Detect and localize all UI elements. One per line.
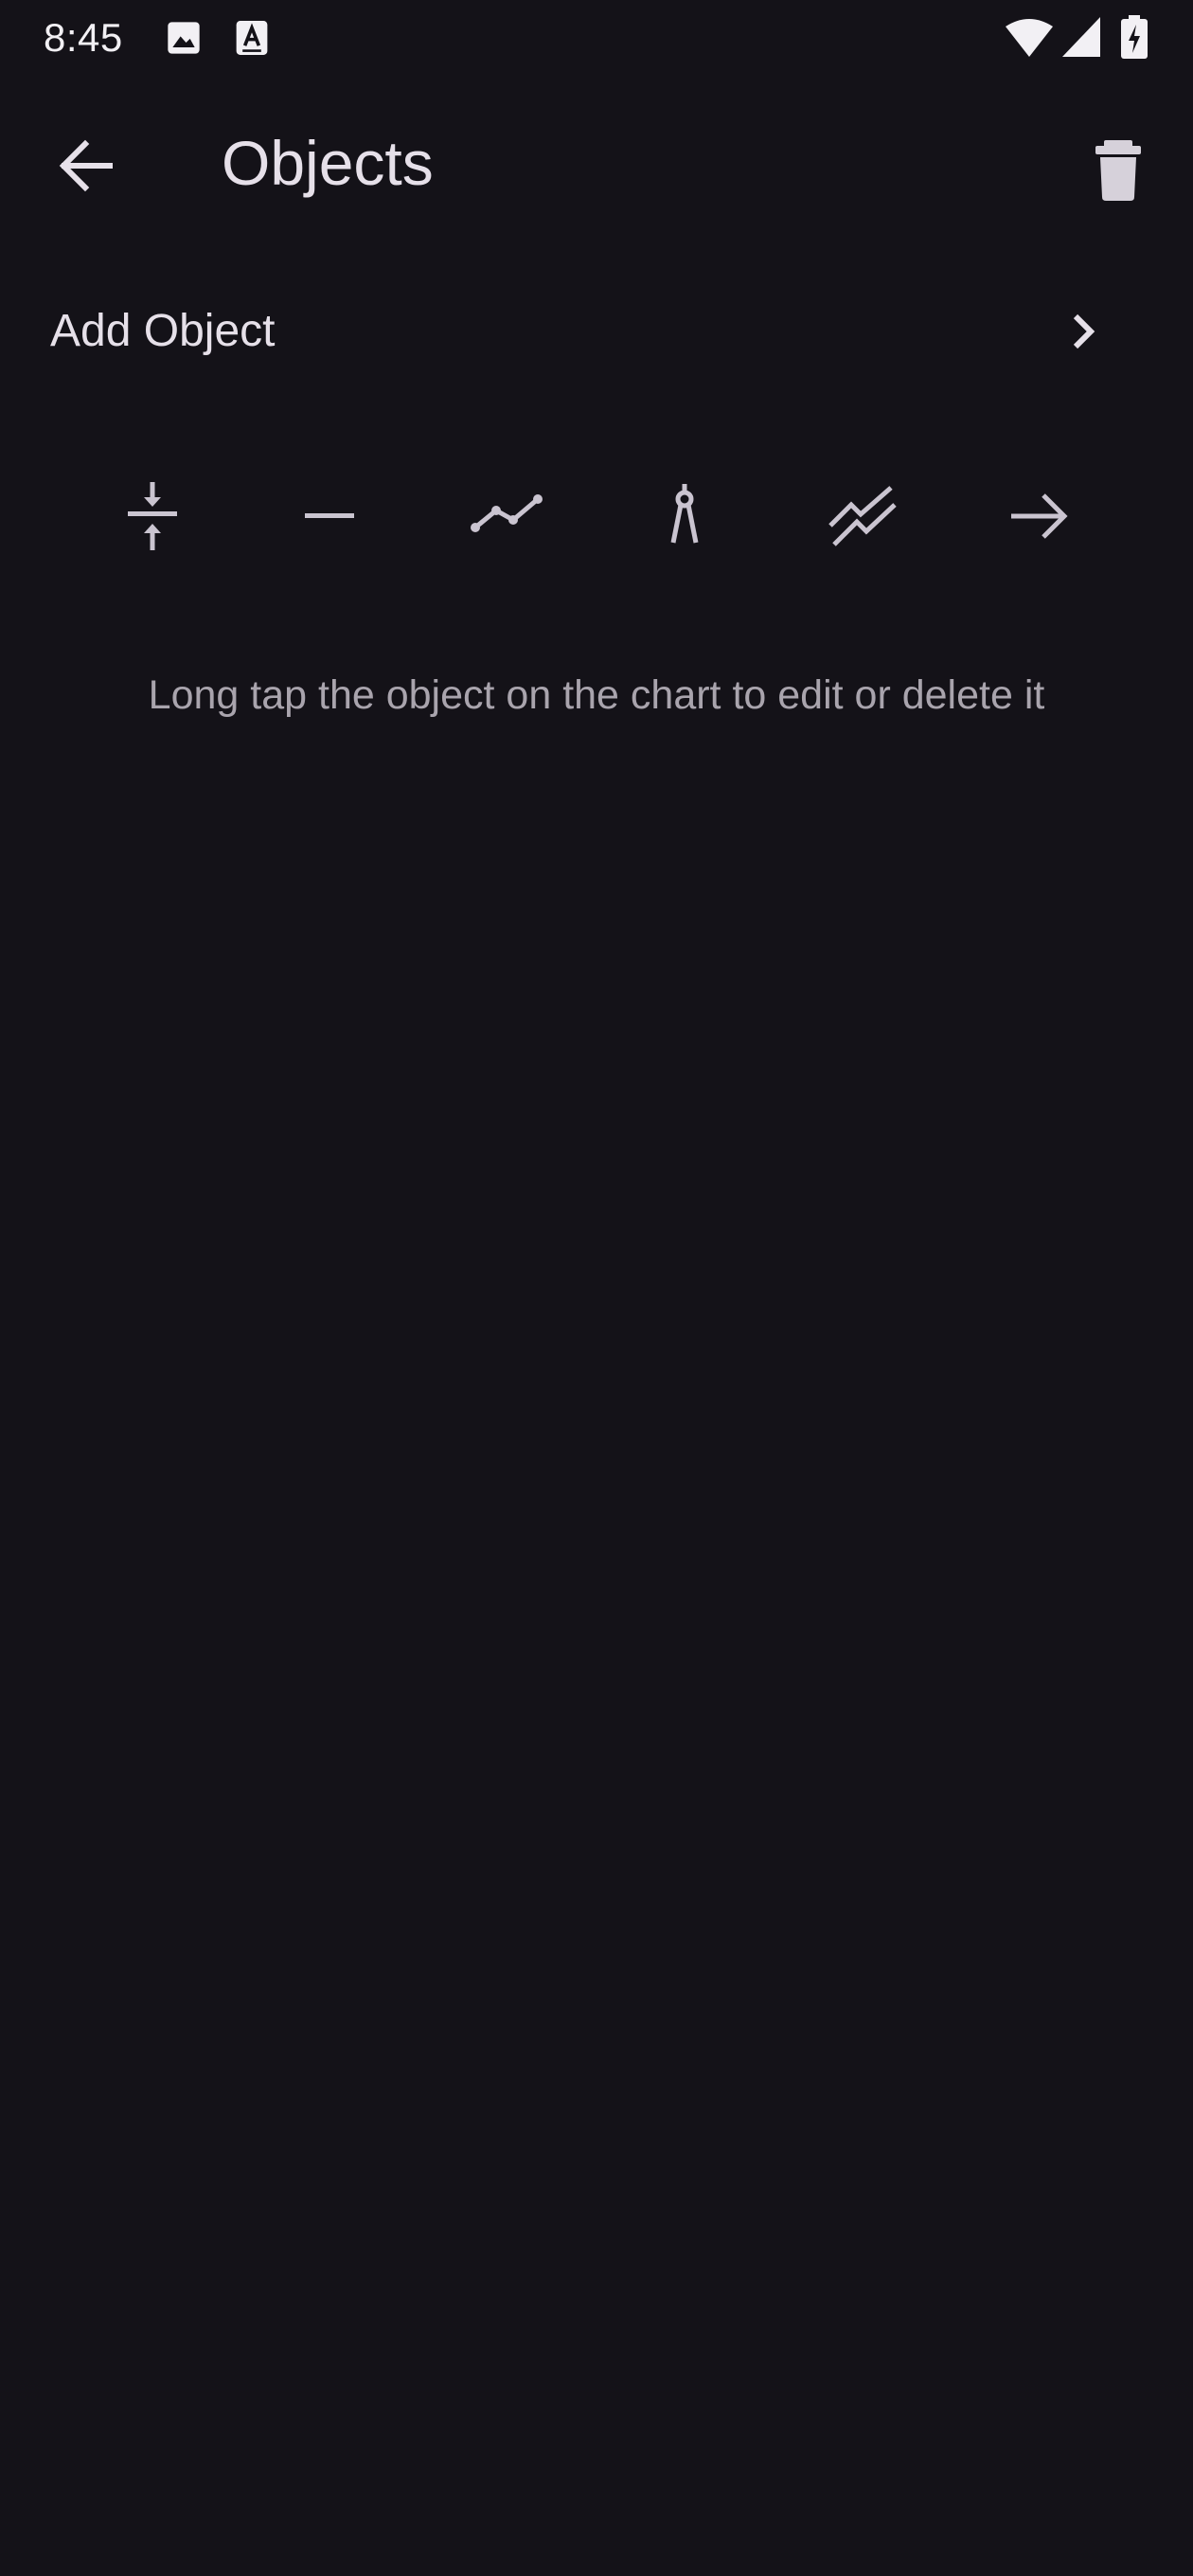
arrow-back-icon bbox=[44, 123, 129, 208]
back-button[interactable] bbox=[44, 123, 129, 208]
tool-trend-line[interactable] bbox=[455, 464, 560, 568]
app-bar: Objects bbox=[0, 104, 1193, 214]
tool-compass[interactable] bbox=[632, 464, 737, 568]
hint-text: Long tap the object on the chart to edit… bbox=[148, 672, 1045, 718]
tool-vertical-align-center[interactable] bbox=[100, 464, 205, 568]
status-time: 8:45 bbox=[44, 15, 123, 60]
tool-horizontal-line[interactable] bbox=[277, 464, 382, 568]
object-tools-row bbox=[0, 464, 1193, 568]
text-a-icon bbox=[235, 19, 269, 57]
image-icon bbox=[165, 19, 203, 57]
battery-charging-icon bbox=[1121, 15, 1148, 59]
wifi-icon bbox=[1006, 17, 1053, 59]
parallel-lines-icon bbox=[825, 478, 900, 554]
delete-button[interactable] bbox=[1076, 123, 1161, 208]
cellular-signal-icon bbox=[1062, 17, 1100, 57]
chevron-right-icon bbox=[1060, 303, 1108, 360]
tool-arrow[interactable] bbox=[988, 464, 1092, 568]
status-bar: 8:45 bbox=[0, 0, 1193, 76]
trash-icon bbox=[1076, 123, 1161, 208]
page-title: Objects bbox=[222, 128, 434, 198]
arrow-right-icon bbox=[1002, 478, 1077, 554]
add-object-row[interactable]: Add Object bbox=[0, 275, 1193, 388]
add-object-label: Add Object bbox=[50, 306, 276, 356]
vertical-align-center-icon bbox=[119, 478, 186, 554]
tool-parallel-lines[interactable] bbox=[810, 464, 915, 568]
horizontal-line-icon bbox=[296, 478, 363, 554]
trend-line-icon bbox=[470, 478, 545, 554]
compass-icon bbox=[651, 478, 718, 554]
